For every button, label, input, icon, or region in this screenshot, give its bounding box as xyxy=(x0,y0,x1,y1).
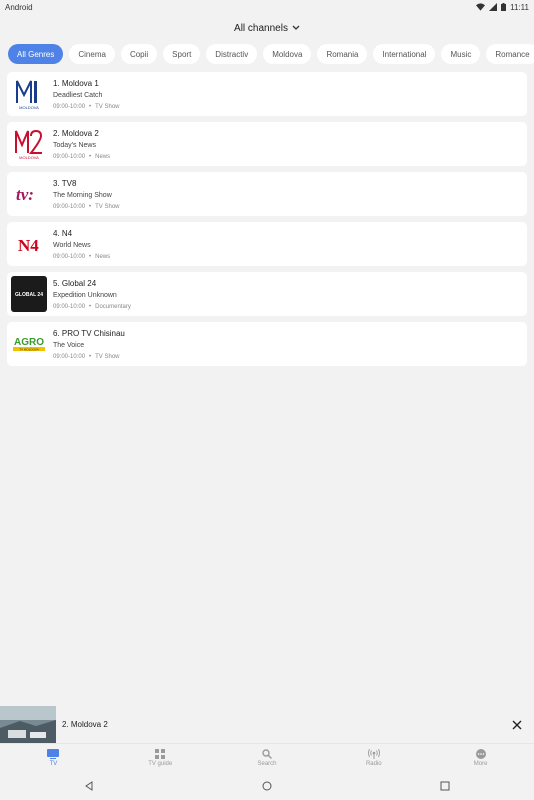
channel-list: MOLDOVA 1. Moldova 1 Deadliest Catch 09:… xyxy=(0,66,534,366)
agro-logo: AGRO TV MOLDOVA xyxy=(11,326,47,362)
nav-label: Search xyxy=(257,760,277,767)
battery-icon xyxy=(501,3,507,11)
page-title: All channels xyxy=(234,22,288,34)
program-category: TV Show xyxy=(95,353,120,360)
nav-label: More xyxy=(473,760,488,767)
program-category: TV Show xyxy=(95,203,120,210)
meta-separator: • xyxy=(89,103,92,110)
genre-chip-international[interactable]: International xyxy=(373,44,436,64)
program-category: TV Show xyxy=(95,103,120,110)
logo-text: MOLDOVA xyxy=(19,155,39,160)
genre-chip-moldova[interactable]: Moldova xyxy=(263,44,312,64)
nav-more[interactable]: More xyxy=(427,744,534,771)
radio-icon xyxy=(367,748,380,759)
program-time: 09:00-10:00 xyxy=(53,103,86,110)
meta-separator: • xyxy=(89,353,92,360)
channel-card[interactable]: N4 4. N4 World News 09:00-10:00 • News xyxy=(7,222,527,266)
moldova-1-logo: MOLDOVA xyxy=(11,76,47,112)
channel-card[interactable]: MOLDOVA 2. Moldova 2 Today's News 09:00-… xyxy=(7,122,527,166)
genre-chip-music[interactable]: Music xyxy=(441,44,481,64)
recents-icon[interactable] xyxy=(440,781,450,791)
genre-chip-sport[interactable]: Sport xyxy=(163,44,201,64)
n4-logo: N4 xyxy=(11,226,47,262)
status-time: 11:11 xyxy=(510,2,529,12)
channel-name: 2. Moldova 2 xyxy=(53,128,99,138)
video-thumbnail xyxy=(0,706,56,743)
nav-tv-guide[interactable]: TV guide xyxy=(107,744,214,771)
genre-chip-romance[interactable]: Romance xyxy=(486,44,534,64)
program-title: World News xyxy=(53,241,91,249)
meta-separator: • xyxy=(89,253,92,260)
more-icon xyxy=(475,748,486,759)
channel-name: 3. TV8 xyxy=(53,178,77,188)
program-category: Documentary xyxy=(95,303,131,310)
logo-text: N4 xyxy=(18,236,39,255)
genre-chip-distractiv[interactable]: Distractiv xyxy=(206,44,258,64)
channel-name: 1. Moldova 1 xyxy=(53,78,99,88)
channel-name: 4. N4 xyxy=(53,228,73,238)
logo-text: GLOBAL 24 xyxy=(15,292,43,298)
nav-label: Radio xyxy=(365,760,382,767)
nav-tv[interactable]: TV xyxy=(0,744,107,771)
channel-card[interactable]: GLOBAL 24 5. Global 24 Expedition Unknow… xyxy=(7,272,527,316)
channel-card[interactable]: AGRO TV MOLDOVA 6. PRO TV Chisinau The V… xyxy=(7,322,527,366)
channel-name: 6. PRO TV Chisinau xyxy=(53,328,125,338)
mini-player[interactable]: 2. Moldova 2 xyxy=(0,706,534,743)
chevron-down-icon xyxy=(292,25,300,30)
genre-chip-copii[interactable]: Copii xyxy=(120,44,158,64)
meta-separator: • xyxy=(89,303,92,310)
moldova-2-logo: MOLDOVA xyxy=(11,126,47,162)
program-title: Expedition Unknown xyxy=(53,291,117,299)
system-nav-bar xyxy=(0,771,534,800)
status-icons: 11:11 xyxy=(476,3,529,12)
wifi-icon xyxy=(476,3,486,11)
nav-label: TV guide xyxy=(148,760,173,767)
grid-icon xyxy=(155,748,166,759)
channel-card[interactable]: tv: 3. TV8 The Morning Show 09:00-10:00 •… xyxy=(7,172,527,216)
genre-chip-all[interactable]: All Genres xyxy=(8,44,64,64)
channel-card[interactable]: MOLDOVA 1. Moldova 1 Deadliest Catch 09:… xyxy=(7,72,527,116)
signal-icon xyxy=(489,3,498,11)
program-title: Deadliest Catch xyxy=(53,91,103,99)
nav-radio[interactable]: Radio xyxy=(320,744,427,771)
close-icon[interactable] xyxy=(510,718,524,732)
meta-separator: • xyxy=(89,153,92,160)
program-title: Today's News xyxy=(53,141,96,149)
tv-icon xyxy=(47,748,60,759)
home-icon[interactable] xyxy=(262,781,272,791)
program-title: The Morning Show xyxy=(53,191,112,199)
genre-filter-bar: All Genres Cinema Copii Sport Distractiv… xyxy=(0,44,534,66)
tv8-logo: tv: xyxy=(11,176,47,212)
program-time: 09:00-10:00 xyxy=(53,203,86,210)
program-title: The Voice xyxy=(53,341,85,349)
logo-text: MOLDOVA xyxy=(19,105,39,110)
program-category: News xyxy=(95,153,111,160)
back-icon[interactable] xyxy=(84,780,94,791)
nav-label: TV xyxy=(49,760,58,767)
channels-dropdown[interactable]: All channels xyxy=(0,14,534,42)
channel-name: 5. Global 24 xyxy=(53,278,97,288)
global24-logo: GLOBAL 24 xyxy=(11,276,47,312)
logo-text: tv: xyxy=(16,185,34,204)
program-time: 09:00-10:00 xyxy=(53,353,86,360)
logo-subtext: TV MOLDOVA xyxy=(19,347,38,351)
program-time: 09:00-10:00 xyxy=(53,253,86,260)
status-bar: Android 11:11 xyxy=(0,0,534,14)
meta-separator: • xyxy=(89,203,92,210)
genre-chip-romania[interactable]: Romania xyxy=(317,44,368,64)
nav-search[interactable]: Search xyxy=(214,744,321,771)
genre-chip-cinema[interactable]: Cinema xyxy=(69,44,115,64)
program-category: News xyxy=(95,253,111,260)
status-device-label: Android xyxy=(5,2,33,12)
bottom-nav: TV TV guide Search Radio More xyxy=(0,743,534,771)
mini-player-title: 2. Moldova 2 xyxy=(62,720,108,729)
program-time: 09:00-10:00 xyxy=(53,303,86,310)
search-icon xyxy=(262,748,272,759)
program-time: 09:00-10:00 xyxy=(53,153,86,160)
